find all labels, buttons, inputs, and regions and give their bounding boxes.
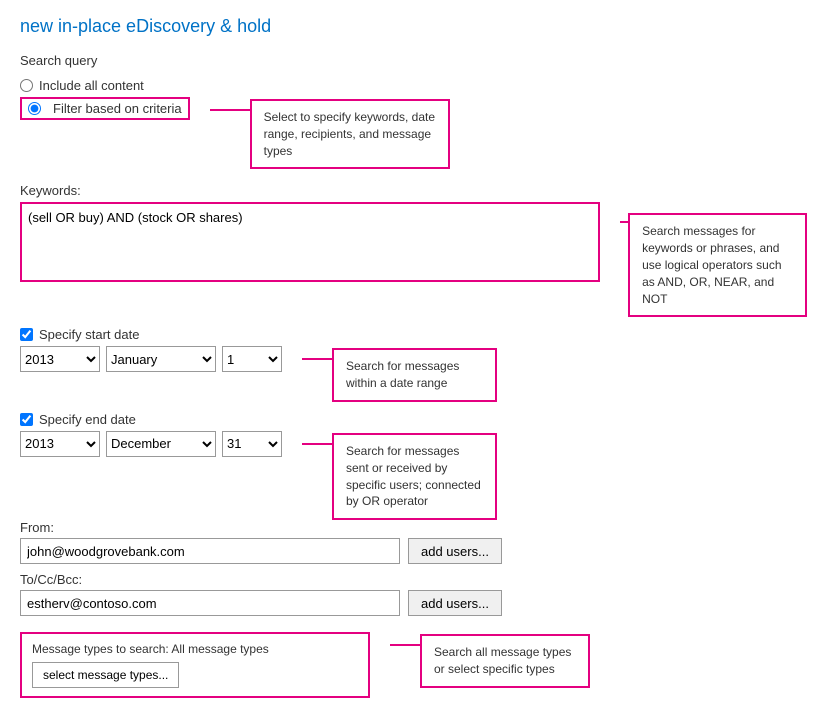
start-date-checkbox-row: Specify start date bbox=[20, 327, 807, 342]
from-input[interactable] bbox=[20, 538, 400, 564]
select-message-types-button[interactable]: select message types... bbox=[32, 662, 179, 688]
keywords-callout-area: Keywords: Search messages for keywords o… bbox=[20, 173, 807, 317]
end-date-label: Specify end date bbox=[39, 412, 136, 427]
end-year-select[interactable]: 2013 20102011201220142015 bbox=[20, 431, 100, 457]
keywords-textarea[interactable] bbox=[20, 202, 600, 282]
end-date-checkbox[interactable] bbox=[20, 413, 33, 426]
end-day-select[interactable]: 151015202531 bbox=[222, 431, 282, 457]
section-label: Search query bbox=[20, 53, 807, 68]
to-cc-bcc-row: To/Cc/Bcc: add users... bbox=[20, 572, 807, 616]
keywords-section: Keywords: bbox=[20, 173, 600, 285]
message-types-box: Message types to search: All message typ… bbox=[20, 632, 370, 698]
keywords-input-wrap bbox=[20, 202, 600, 285]
keywords-callout: Search messages for keywords or phrases,… bbox=[628, 213, 807, 317]
from-label: From: bbox=[20, 520, 807, 535]
start-date-checkbox[interactable] bbox=[20, 328, 33, 341]
from-add-users-button[interactable]: add users... bbox=[408, 538, 502, 564]
start-day-select[interactable]: 12345 678910 15202531 bbox=[222, 346, 282, 372]
message-types-label: Message types to search: All message typ… bbox=[32, 642, 358, 656]
include-all-radio-row: Include all content bbox=[20, 78, 807, 93]
start-month-select[interactable]: JanuaryFebruaryMarchApril MayJuneJulyAug… bbox=[106, 346, 216, 372]
end-date-row: 2013 20102011201220142015 JanuaryFebruar… bbox=[20, 431, 282, 457]
start-date-row-wrapper: 2013 20102011201220142015 JanuaryFebruar… bbox=[20, 346, 807, 402]
filter-radio-highlighted: Filter based on criteria bbox=[20, 97, 190, 120]
page-title: new in-place eDiscovery & hold bbox=[20, 16, 807, 37]
filter-callout: Select to specify keywords, date range, … bbox=[250, 99, 450, 169]
message-types-callout: Search all message types or select speci… bbox=[420, 634, 590, 688]
include-all-label: Include all content bbox=[39, 78, 144, 93]
include-all-radio[interactable] bbox=[20, 79, 33, 92]
end-date-checkbox-row: Specify end date bbox=[20, 412, 807, 427]
from-row: From: add users... bbox=[20, 520, 807, 564]
start-date-label: Specify start date bbox=[39, 327, 139, 342]
users-callout: Search for messages sent or received by … bbox=[332, 433, 497, 520]
filter-based-radio[interactable] bbox=[28, 102, 41, 115]
to-cc-bcc-add-users-button[interactable]: add users... bbox=[408, 590, 502, 616]
to-cc-bcc-input[interactable] bbox=[20, 590, 400, 616]
filter-callout-area: Filter based on criteria Select to speci… bbox=[20, 97, 807, 169]
from-input-row: add users... bbox=[20, 538, 807, 564]
end-month-select[interactable]: JanuaryFebruaryMarchApril MayJuneJulyAug… bbox=[106, 431, 216, 457]
message-types-area: Message types to search: All message typ… bbox=[20, 624, 807, 698]
end-date-row-wrapper: 2013 20102011201220142015 JanuaryFebruar… bbox=[20, 431, 807, 520]
start-date-row: 2013 20102011201220142015 JanuaryFebruar… bbox=[20, 346, 282, 372]
to-cc-bcc-input-row: add users... bbox=[20, 590, 807, 616]
to-cc-bcc-label: To/Cc/Bcc: bbox=[20, 572, 807, 587]
filter-based-label: Filter based on criteria bbox=[53, 101, 182, 116]
date-range-callout: Search for messages within a date range bbox=[332, 348, 497, 402]
start-year-select[interactable]: 2013 20102011201220142015 bbox=[20, 346, 100, 372]
keywords-label: Keywords: bbox=[20, 183, 600, 198]
